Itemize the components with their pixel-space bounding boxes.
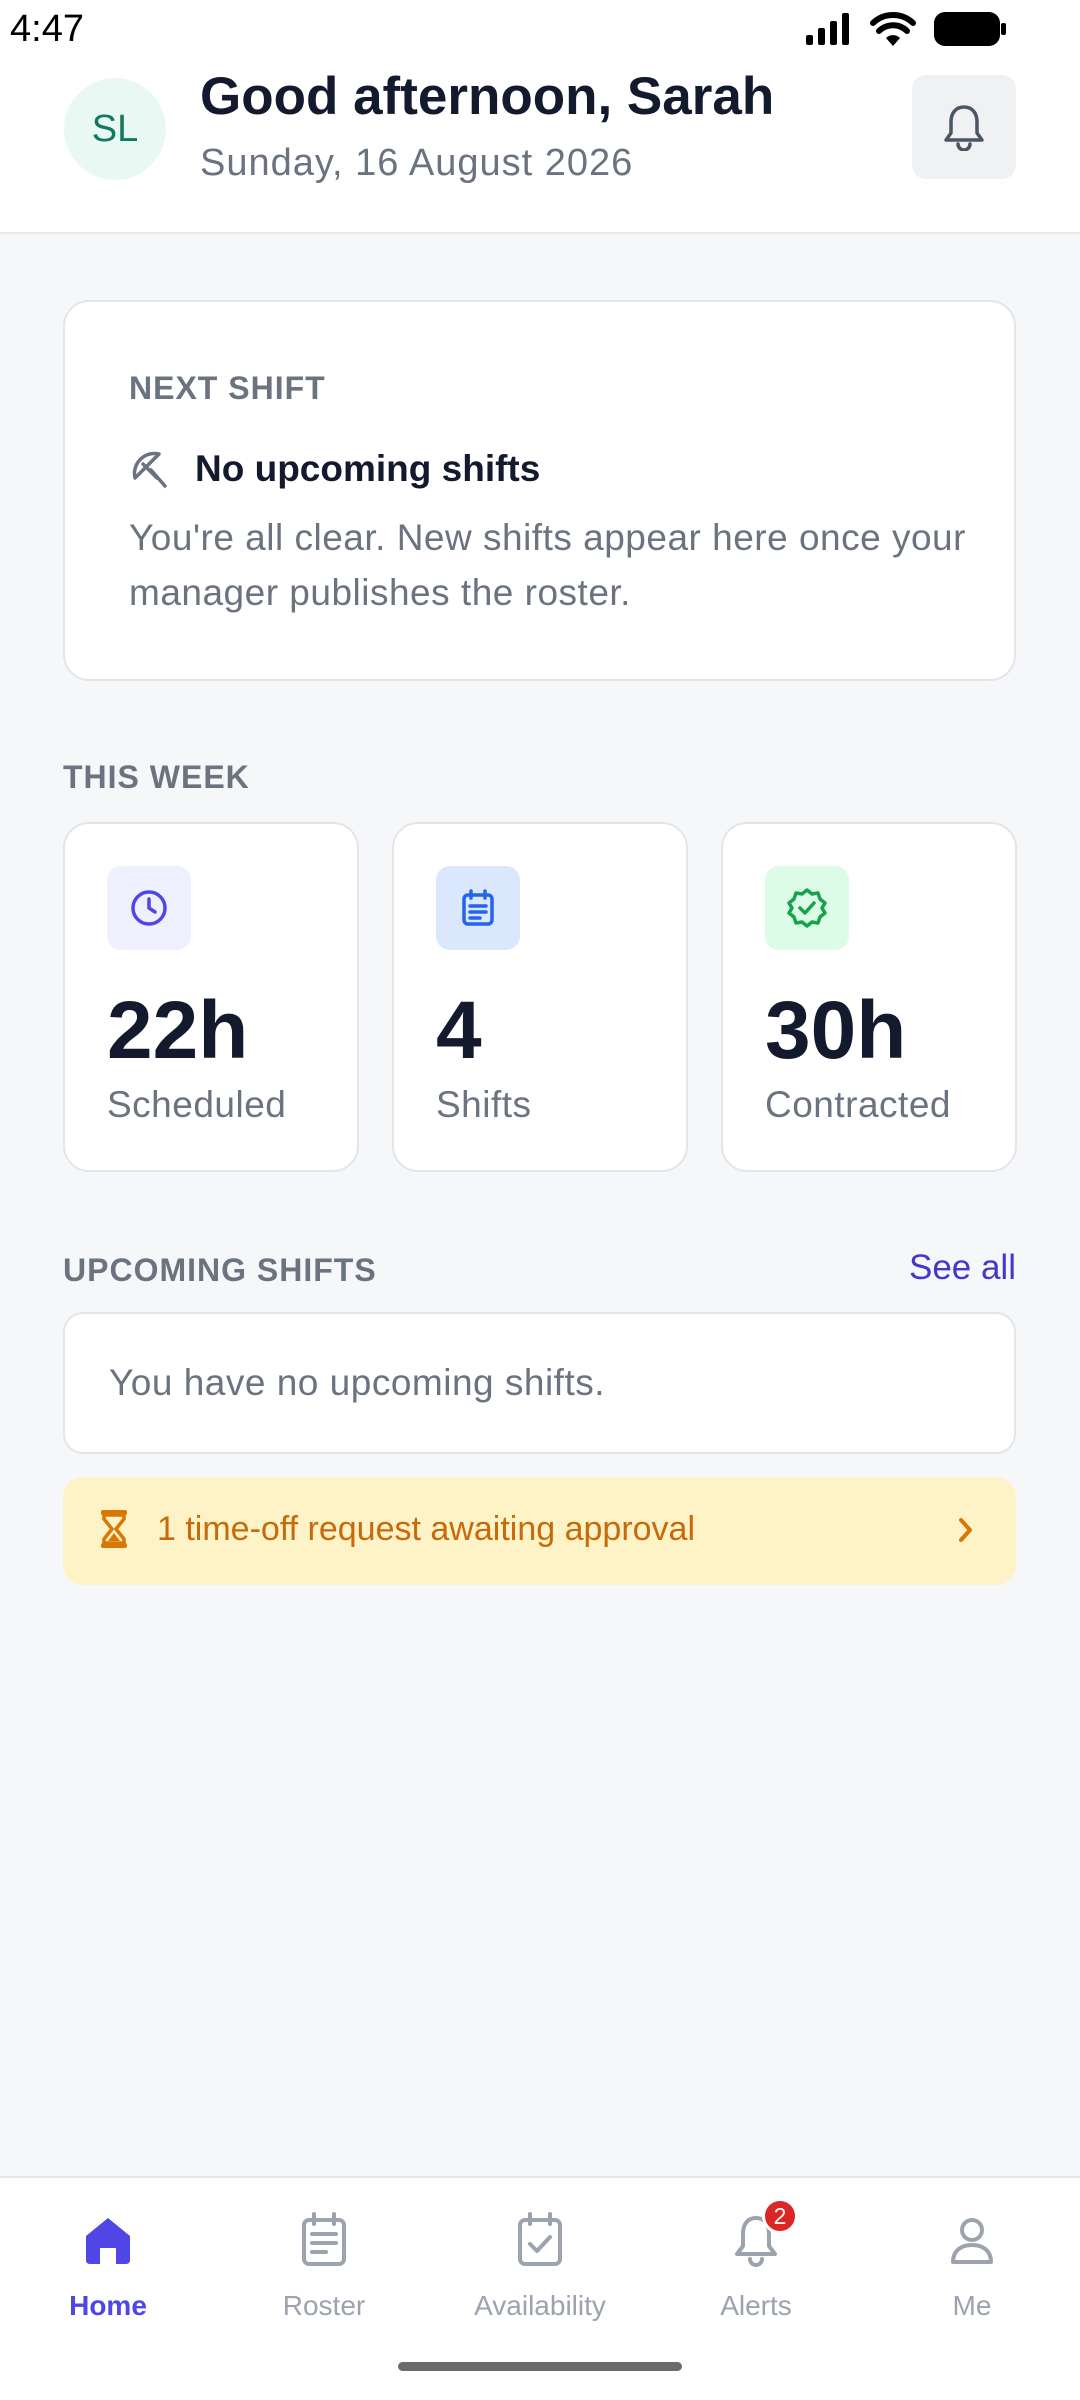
stat-caption: Shifts <box>436 1084 532 1125</box>
status-icons <box>806 12 1006 46</box>
bell-icon: 2 <box>724 2198 798 2272</box>
calendar-list-icon <box>462 889 494 926</box>
person-icon <box>940 2208 1004 2272</box>
header: SL Good afternoon, Sarah Sunday, 16 Augu… <box>0 62 1080 234</box>
stat-icon-wrapper <box>436 866 520 950</box>
wifi-icon <box>870 12 916 46</box>
avatar[interactable]: SL <box>64 78 166 180</box>
upcoming-shifts-label: UPCOMING SHIFTS <box>63 1252 377 1288</box>
upcoming-shifts-card: You have no upcoming shifts. <box>63 1312 1016 1454</box>
stat-card-scheduled[interactable]: 22h Scheduled <box>63 822 359 1172</box>
nav-label-home: Home <box>69 2290 147 2321</box>
next-shift-label: NEXT SHIFT <box>129 370 326 406</box>
availability-icon <box>508 2208 572 2272</box>
nav-item-home[interactable]: Home <box>0 2208 216 2322</box>
next-shift-description: You're all clear. New shifts appear here… <box>129 517 966 613</box>
nav-item-me[interactable]: Me <box>864 2208 1080 2322</box>
notifications-button[interactable] <box>912 75 1016 179</box>
see-all-link[interactable]: See all <box>909 1248 1016 1288</box>
stat-caption: Scheduled <box>107 1084 287 1125</box>
stat-card-shifts[interactable]: 4 Shifts <box>392 822 688 1172</box>
nav-label-availability: Availability <box>474 2290 606 2321</box>
stat-caption: Contracted <box>765 1084 951 1125</box>
home-screen: 4:47 SL Good afternoon, Sarah Sunday, 16… <box>0 0 1080 2400</box>
nav-item-roster[interactable]: Roster <box>216 2208 432 2322</box>
roster-icon <box>292 2208 356 2272</box>
next-shift-title-row: No upcoming shifts <box>129 448 540 490</box>
stat-icon-wrapper <box>107 866 191 950</box>
nav-label-me: Me <box>952 2290 992 2321</box>
current-date: Sunday, 16 August 2026 <box>200 142 634 184</box>
hourglass-icon <box>101 1510 127 1548</box>
stat-icon-wrapper <box>765 866 849 950</box>
nav-item-availability[interactable]: Availability <box>432 2208 648 2322</box>
status-time: 4:47 <box>10 8 84 50</box>
nav-item-alerts[interactable]: 2 Alerts <box>648 2198 864 2322</box>
home-indicator[interactable] <box>398 2362 682 2371</box>
next-shift-title: No upcoming shifts <box>195 448 541 489</box>
battery-icon <box>934 12 1006 46</box>
beach-umbrella-icon <box>132 451 167 488</box>
chevron-right-icon <box>959 1518 972 1542</box>
alerts-badge: 2 <box>762 2198 798 2234</box>
stat-value: 30h <box>765 985 907 1076</box>
next-shift-card: NEXT SHIFT No upcoming shifts You're all… <box>63 300 1016 681</box>
stat-card-contracted[interactable]: 30h Contracted <box>721 822 1017 1172</box>
upcoming-empty-message: You have no upcoming shifts. <box>109 1362 606 1403</box>
greeting-title: Good afternoon, Sarah <box>200 67 775 126</box>
status-bar: 4:47 <box>0 0 1080 62</box>
stat-value: 22h <box>107 985 249 1076</box>
time-off-text: 1 time-off request awaiting approval <box>157 1510 696 1548</box>
nav-label-alerts: Alerts <box>720 2290 792 2321</box>
bell-icon <box>944 105 984 151</box>
time-off-banner[interactable]: 1 time-off request awaiting approval <box>63 1477 1016 1585</box>
stat-value: 4 <box>436 985 482 1076</box>
verified-badge-icon <box>787 888 827 928</box>
signal-icon <box>806 13 849 45</box>
home-icon <box>76 2208 140 2272</box>
this-week-label: THIS WEEK <box>63 759 250 795</box>
clock-icon <box>131 890 167 926</box>
nav-label-roster: Roster <box>282 2290 366 2321</box>
